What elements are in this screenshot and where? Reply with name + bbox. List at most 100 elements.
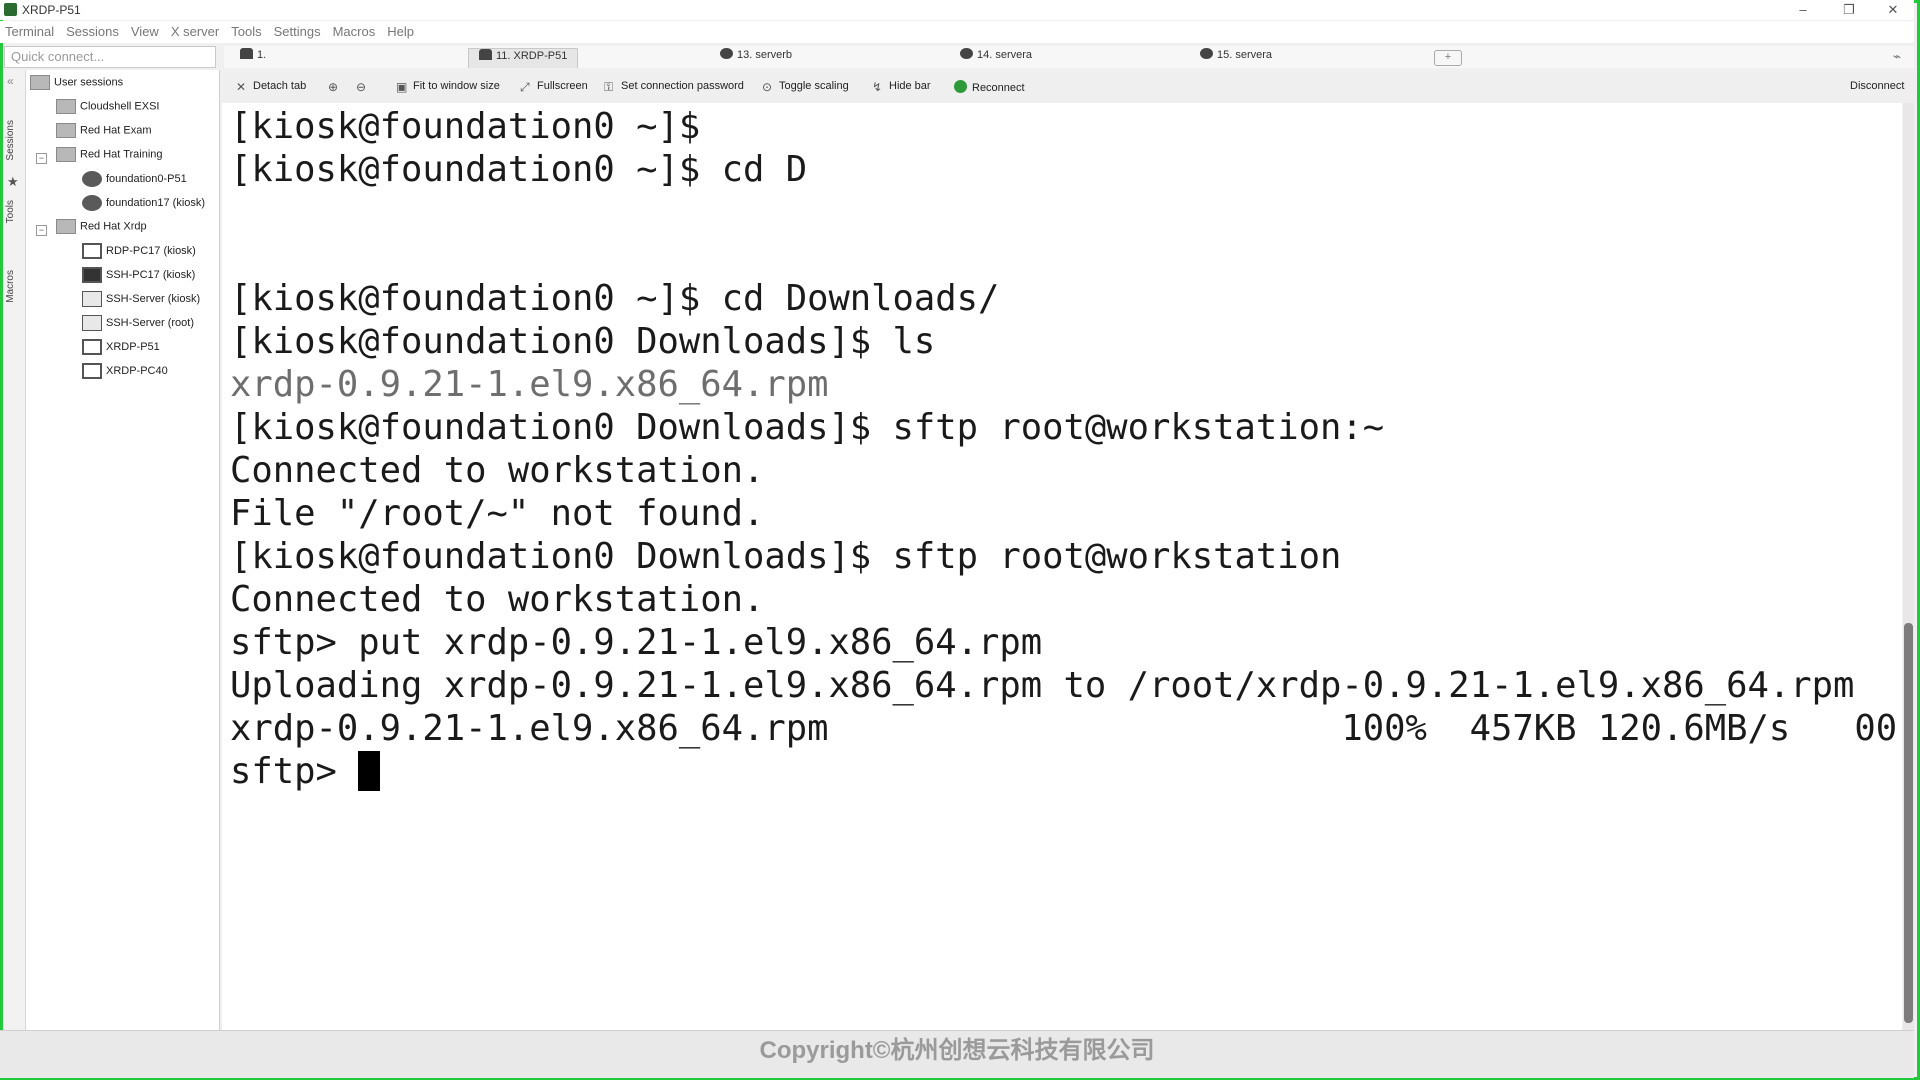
penguin-icon (82, 195, 102, 211)
set-password-button[interactable]: ⚿ Set connection password (604, 80, 744, 93)
tab-servera-15[interactable]: 15. servera (1200, 48, 1272, 67)
tree-item-ssh-server-root[interactable]: SSH-Server (root) (82, 315, 194, 337)
fit-window-button[interactable]: ▣ Fit to window size (396, 80, 500, 93)
tree-item-cloudshell[interactable]: Cloudshell EXSI (56, 99, 160, 121)
tree-label: XRDP-PC40 (106, 364, 168, 377)
tree-root-user-sessions[interactable]: User sessions (30, 75, 123, 97)
button-label: Set connection password (621, 80, 744, 92)
disconnect-button[interactable]: Disconnect (1850, 80, 1904, 92)
collapse-toggle[interactable]: − (36, 225, 47, 236)
tree-label: RDP-PC17 (kiosk) (106, 244, 196, 257)
monitor-icon (82, 339, 102, 355)
reconnect-button[interactable]: Reconnect (954, 80, 1025, 94)
folder-icon (56, 219, 76, 234)
tree-label: foundation0-P51 (106, 172, 187, 185)
terminal-line: File "/root/~" not found. (230, 493, 765, 534)
restore-icon[interactable]: ❐ (1826, 0, 1872, 20)
detach-tab-button[interactable]: ✕ Detach tab (236, 80, 306, 93)
folder-icon (30, 75, 50, 90)
toggle-scaling-button[interactable]: ⊙ Toggle scaling (762, 80, 849, 93)
penguin-icon (82, 171, 102, 187)
tree-label: User sessions (54, 76, 124, 89)
button-label: Hide bar (889, 80, 931, 92)
tree-item-xrdp-pc40[interactable]: XRDP-PC40 (82, 363, 168, 385)
tree-label: SSH-PC17 (kiosk) (106, 268, 196, 281)
tree-item-xrdp-p51[interactable]: XRDP-P51 (82, 339, 160, 361)
zoom-out-button[interactable]: ⊖ (356, 80, 373, 93)
terminal-view[interactable]: [kiosk@foundation0 ~]$ [kiosk@foundation… (222, 103, 1902, 1030)
key-icon: ⚿ (604, 80, 614, 94)
macros-side-tab[interactable]: Macros (5, 270, 16, 303)
collapse-toggle[interactable]: − (36, 153, 47, 164)
tab-serverb[interactable]: 13. serverb (720, 48, 792, 67)
tree-item-foundation17[interactable]: foundation17 (kiosk) (82, 195, 205, 217)
title-bar: XRDP-P51 – ❐ ✕ (0, 0, 1914, 20)
folder-icon (56, 123, 76, 138)
scrollbar-thumb[interactable] (1904, 623, 1913, 1023)
terminal-scrollbar[interactable] (1903, 103, 1914, 1030)
fullscreen-button[interactable]: ⤢ Fullscreen (520, 80, 588, 93)
zoom-in-icon: ⊕ (328, 80, 339, 94)
menu-terminal[interactable]: Terminal (0, 21, 61, 39)
terminal-line: [kiosk@foundation0 ~]$ cd D (230, 149, 808, 190)
menu-x-server[interactable]: X server (166, 21, 226, 39)
new-tab-button[interactable]: + (1434, 50, 1462, 66)
window-title: XRDP-P51 (22, 3, 81, 17)
tree-item-ssh-pc17[interactable]: SSH-PC17 (kiosk) (82, 267, 195, 289)
fit-icon: ▣ (396, 80, 408, 94)
star-icon[interactable]: ★ (7, 174, 19, 190)
tree-label: Cloudshell EXSI (80, 100, 160, 113)
terminal-icon (82, 267, 102, 283)
menu-macros[interactable]: Macros (328, 21, 383, 39)
text-cursor (358, 751, 381, 791)
session-toolbar: ✕ Detach tab ⊕ ⊖ ▣ Fit to window size ⤢ Ful… (220, 71, 1914, 103)
sessions-side-tab[interactable]: Sessions (5, 120, 16, 161)
tree-label: SSH-Server (root) (106, 316, 195, 329)
terminal-line: [kiosk@foundation0 ~]$ cd Downloads/ (230, 278, 1000, 319)
tree-label: Red Hat Exam (80, 124, 152, 137)
tools-side-tab[interactable]: Tools (5, 200, 16, 223)
terminal-line: [kiosk@foundation0 Downloads]$ ls (230, 321, 936, 362)
button-label: Disconnect (1850, 80, 1905, 92)
hide-bar-button[interactable]: ↯ Hide bar (872, 80, 931, 93)
menu-view[interactable]: View (126, 21, 166, 39)
zoom-out-icon: ⊖ (356, 80, 367, 94)
folder-icon (56, 147, 76, 162)
terminal-prompt: sftp> (230, 751, 359, 792)
minimize-icon[interactable]: – (1780, 0, 1826, 20)
menu-sessions[interactable]: Sessions (61, 21, 126, 39)
paperclip-icon[interactable]: ⌁ (1884, 49, 1910, 64)
tab-label: 14. servera (977, 49, 1033, 61)
zoom-in-button[interactable]: ⊕ (328, 80, 345, 93)
fullscreen-icon: ⤢ (520, 80, 530, 94)
tree-item-ssh-server-kiosk[interactable]: SSH-Server (kiosk) (82, 291, 200, 313)
tree-label: XRDP-P51 (106, 340, 160, 353)
menu-help[interactable]: Help (382, 21, 421, 39)
collapse-icon[interactable]: « (7, 74, 14, 88)
tree-item-red-hat-xrdp[interactable]: Red Hat Xrdp (56, 219, 147, 241)
menu-settings[interactable]: Settings (269, 21, 328, 39)
detach-icon: ✕ (236, 80, 247, 94)
tab-xrdp-p51[interactable]: 11. XRDP-P51 (468, 48, 579, 68)
tree-item-red-hat-training[interactable]: Red Hat Training (56, 147, 163, 169)
quick-connect-input[interactable]: Quick connect... (4, 46, 216, 68)
menu-tools[interactable]: Tools (226, 21, 268, 39)
tab-strip: 1. 11. XRDP-P51 13. serverb 14. servera … (224, 46, 1914, 68)
button-label: Detach tab (253, 80, 307, 92)
penguin-icon (720, 48, 733, 59)
terminal-line: [kiosk@foundation0 Downloads]$ sftp root… (230, 407, 1385, 448)
pin-icon: ↯ (872, 80, 883, 94)
tree-item-foundation0[interactable]: foundation0-P51 (82, 171, 187, 193)
tab-label: 15. servera (1217, 49, 1273, 61)
terminal-line: [kiosk@foundation0 ~]$ (230, 106, 701, 147)
house-icon (82, 291, 102, 307)
tab-servera-14[interactable]: 14. servera (960, 48, 1032, 67)
terminal-line: Connected to workstation. (230, 579, 765, 620)
tree-item-rdp-pc17[interactable]: RDP-PC17 (kiosk) (82, 243, 196, 265)
tab-1[interactable]: 1. (240, 48, 266, 67)
folder-icon (56, 99, 76, 114)
tree-item-red-hat-exam[interactable]: Red Hat Exam (56, 123, 152, 145)
close-icon[interactable]: ✕ (1870, 0, 1916, 20)
app-icon (4, 3, 17, 16)
button-label: Fit to window size (413, 80, 500, 92)
